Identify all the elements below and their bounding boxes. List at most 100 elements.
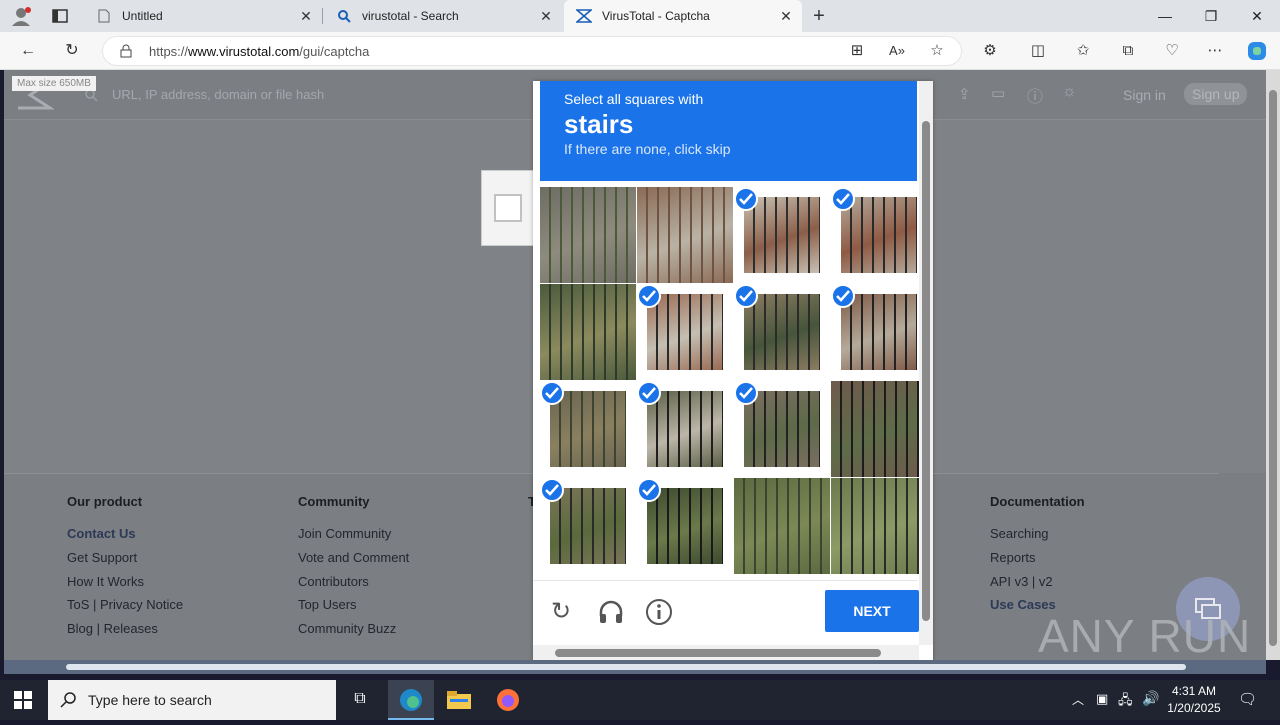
captcha-tile[interactable]	[831, 284, 927, 380]
back-button[interactable]: ←	[16, 39, 40, 63]
footer-link[interactable]: ToS | Privacy Notice	[67, 597, 183, 612]
app-available-icon[interactable]: ⊞	[847, 41, 867, 61]
tile-image	[734, 478, 830, 574]
split-screen-icon[interactable]: ◫	[1028, 41, 1048, 61]
captcha-scrollbar-horizontal[interactable]	[533, 645, 919, 661]
close-icon[interactable]: ✕	[298, 8, 314, 24]
recaptcha-checkbox[interactable]	[494, 194, 522, 222]
footer-link-contact-us[interactable]: Contact Us	[67, 526, 136, 541]
url-domain: www.virustotal.com	[188, 44, 300, 59]
file-explorer-icon[interactable]	[446, 690, 472, 710]
footer-link[interactable]: Searching	[990, 526, 1049, 541]
extensions-icon[interactable]: ⚙	[980, 41, 1000, 61]
page-scrollbar-vertical[interactable]	[1266, 70, 1280, 660]
next-button[interactable]: NEXT	[825, 590, 919, 632]
search-icon	[60, 691, 78, 709]
max-size-tooltip: Max size 650MB	[12, 76, 96, 91]
tab-title: Untitled	[122, 9, 163, 23]
tab-untitled[interactable]: Untitled ✕	[84, 0, 322, 32]
captcha-tile[interactable]	[637, 187, 733, 283]
captcha-tile[interactable]	[637, 284, 733, 380]
search-icon	[336, 8, 352, 24]
footer-link[interactable]: Vote and Comment	[298, 550, 409, 565]
collections-icon[interactable]: ⧉	[1118, 41, 1138, 61]
tile-image	[550, 488, 626, 564]
tab-virustotal-captcha[interactable]: VirusTotal - Captcha ✕	[564, 0, 802, 32]
captcha-tile[interactable]	[540, 284, 636, 380]
footer-link[interactable]: Get Support	[67, 550, 137, 565]
chat-icon[interactable]: ▭	[991, 84, 1005, 102]
notifications-icon[interactable]: 🗨	[1238, 690, 1257, 708]
sign-in-link[interactable]: Sign in	[1123, 87, 1166, 103]
read-aloud-icon[interactable]: A»	[887, 41, 907, 61]
tray-chevron-icon[interactable]: ︿	[1072, 691, 1084, 708]
favorite-star-icon[interactable]: ☆	[927, 41, 947, 61]
theme-icon[interactable]: ☼	[1062, 83, 1077, 101]
edge-taskbar-icon[interactable]	[388, 680, 434, 720]
checkmark-icon	[637, 381, 661, 405]
minimize-button[interactable]: —	[1142, 0, 1188, 32]
url-field[interactable]: https://www.virustotal.com/gui/captcha ⊞…	[102, 36, 962, 66]
captcha-tile[interactable]	[831, 478, 927, 574]
page-icon	[96, 8, 112, 24]
close-icon[interactable]: ✕	[778, 8, 794, 24]
footer-link[interactable]: How It Works	[67, 574, 144, 589]
captcha-scrollbar-vertical[interactable]	[919, 81, 933, 645]
refresh-button[interactable]: ↻	[60, 39, 84, 63]
taskbar-search-box[interactable]: Type here to search	[48, 680, 336, 720]
restore-button[interactable]: ❐	[1188, 0, 1234, 32]
tile-image	[831, 478, 927, 574]
tab-title: VirusTotal - Captcha	[602, 9, 710, 23]
footer-link[interactable]: Top Users	[298, 597, 357, 612]
url-path: /gui/captcha	[299, 44, 370, 59]
footer-link[interactable]: Join Community	[298, 526, 391, 541]
captcha-tile[interactable]	[734, 284, 830, 380]
captcha-tile[interactable]	[734, 381, 830, 477]
reload-icon[interactable]: ↻	[551, 599, 577, 625]
clock[interactable]: 4:31 AM 1/20/2025	[1164, 683, 1224, 717]
captcha-tile[interactable]	[637, 381, 733, 477]
task-view-icon[interactable]: ⧉	[350, 690, 370, 710]
captcha-tile[interactable]	[540, 381, 636, 477]
close-icon[interactable]: ✕	[538, 8, 554, 24]
sign-up-button[interactable]: Sign up	[1184, 83, 1248, 105]
captcha-tile[interactable]	[831, 187, 927, 283]
tab-actions-icon[interactable]	[52, 8, 68, 24]
volume-icon[interactable]: 🔊	[1142, 690, 1159, 707]
page-scrollbar-horizontal[interactable]	[4, 660, 1266, 674]
lock-icon[interactable]	[119, 44, 133, 58]
windows-start-icon[interactable]	[14, 691, 32, 709]
close-window-button[interactable]: ✕	[1234, 0, 1280, 32]
checkmark-icon	[734, 284, 758, 308]
footer-link[interactable]: Community Buzz	[298, 621, 396, 636]
tile-image	[647, 294, 723, 370]
footer-link[interactable]: Contributors	[298, 574, 369, 589]
captcha-tile[interactable]	[540, 187, 636, 283]
footer-link[interactable]: Blog | Releases	[67, 621, 158, 636]
audio-icon[interactable]	[597, 598, 625, 626]
captcha-tile[interactable]	[734, 478, 830, 574]
network-icon[interactable]: 🖧	[1118, 691, 1133, 713]
captcha-tile[interactable]	[637, 478, 733, 574]
firefox-icon[interactable]	[496, 688, 520, 712]
browser-tab-bar: Untitled ✕ virustotal - Search ✕ VirusTo…	[0, 0, 1280, 32]
search-input[interactable]: URL, IP address, domain or file hash	[112, 87, 324, 102]
profile-icon[interactable]	[10, 5, 32, 27]
browser-essentials-icon[interactable]: ♡	[1162, 41, 1182, 61]
footer-link[interactable]: API v3 | v2	[990, 574, 1053, 589]
upload-icon[interactable]: ⇪	[958, 85, 971, 103]
tray-device-icon[interactable]: ▣	[1096, 691, 1108, 707]
new-tab-button[interactable]: +	[808, 4, 830, 28]
taskbar-search-placeholder: Type here to search	[88, 692, 212, 708]
checkmark-icon	[637, 284, 661, 308]
captcha-tile[interactable]	[540, 478, 636, 574]
footer-link[interactable]: Reports	[990, 550, 1036, 565]
tab-virustotal-search[interactable]: virustotal - Search ✕	[324, 0, 562, 32]
favorites-icon[interactable]: ✩	[1073, 41, 1093, 61]
help-icon[interactable]: ⓘ	[1027, 83, 1043, 107]
more-menu-icon[interactable]: ⋯	[1205, 41, 1225, 61]
captcha-tile[interactable]	[734, 187, 830, 283]
info-icon[interactable]	[645, 598, 673, 626]
copilot-icon[interactable]	[1246, 40, 1268, 62]
captcha-tile[interactable]	[831, 381, 927, 477]
